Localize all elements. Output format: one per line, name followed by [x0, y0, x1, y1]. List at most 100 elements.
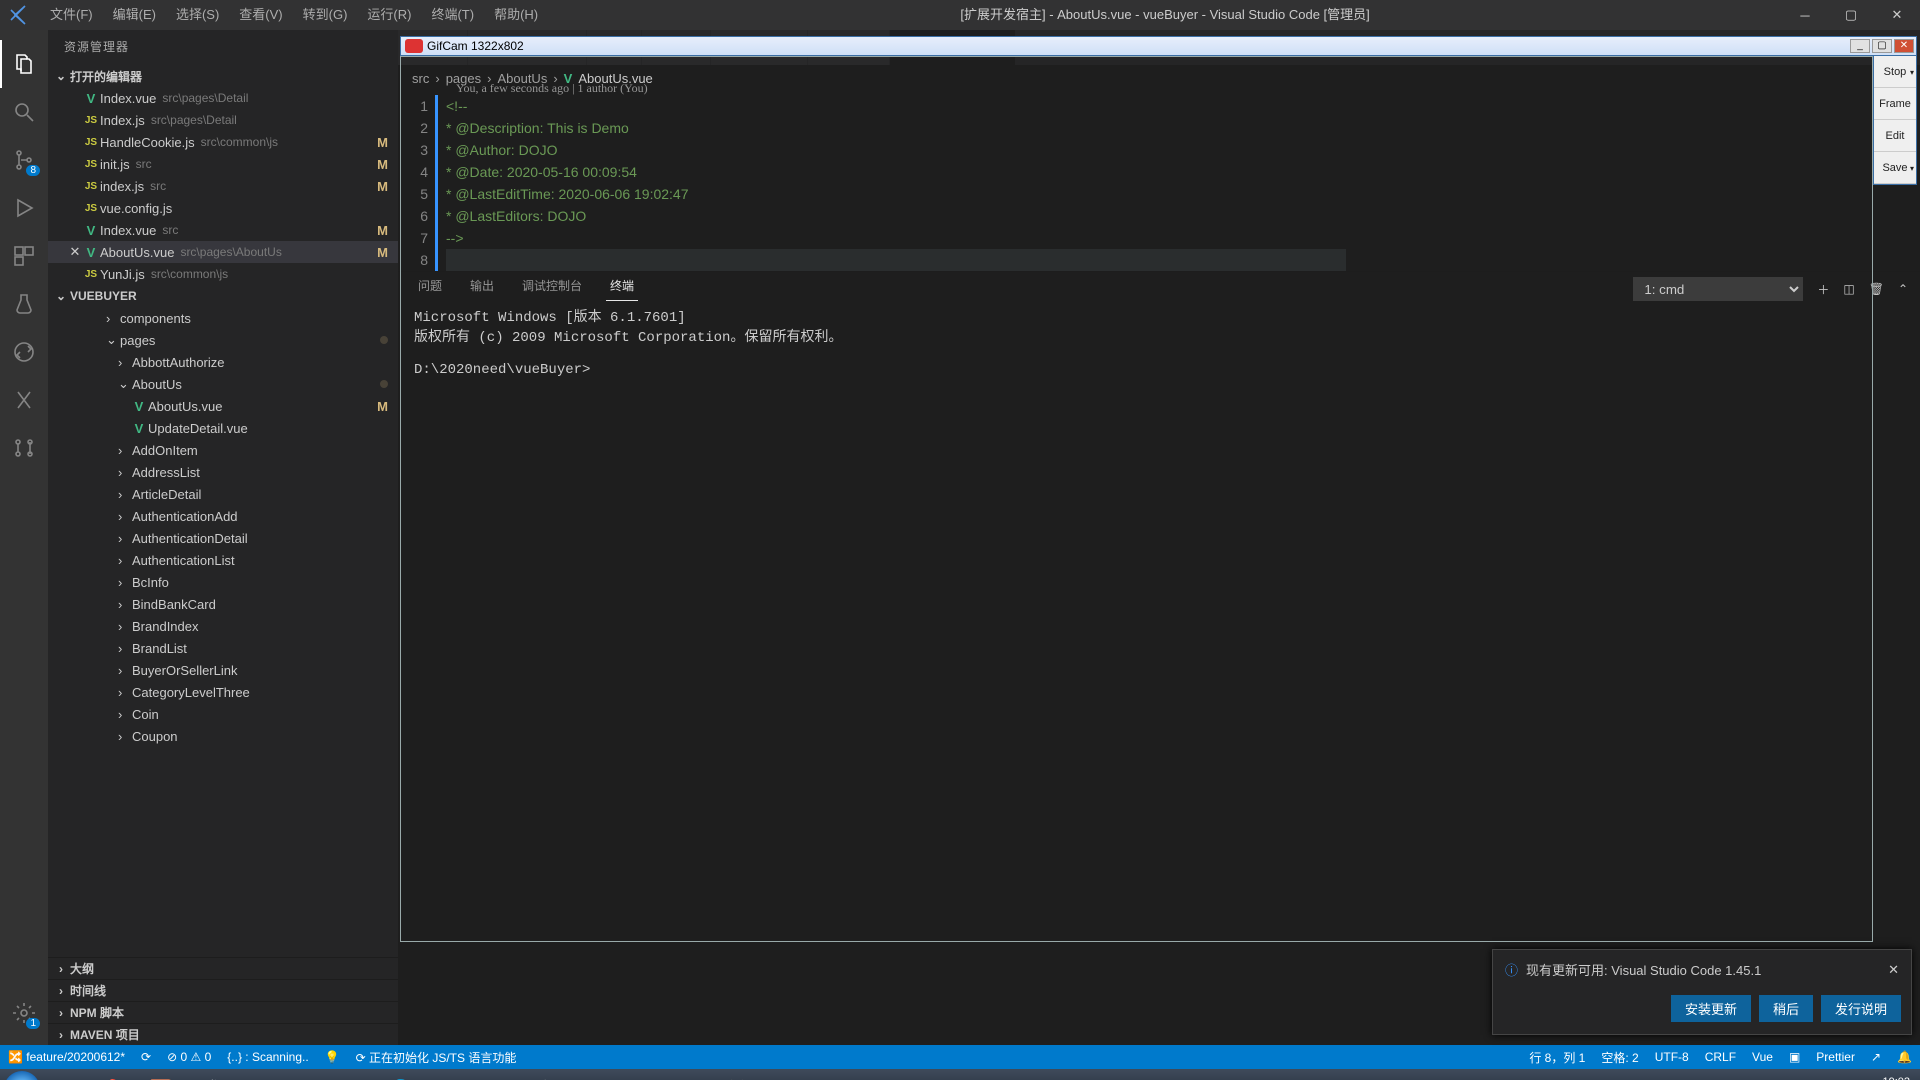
statusbar-item[interactable]: ⟳: [133, 1049, 159, 1066]
folder-item[interactable]: ⌄pages: [48, 329, 398, 351]
start-button[interactable]: ⊞: [4, 1071, 40, 1080]
testing-icon[interactable]: [0, 280, 48, 328]
open-editor-item[interactable]: ✕ JS vue.config.js: [48, 197, 398, 219]
custom-icon-2[interactable]: [0, 424, 48, 472]
gifcam-button[interactable]: Stop▾: [1874, 56, 1916, 88]
menu-item[interactable]: 编辑(E): [103, 0, 166, 30]
file-item[interactable]: VAboutUs.vueM: [48, 395, 398, 417]
folder-item[interactable]: ›Coin: [48, 703, 398, 725]
statusbar-item[interactable]: 💡: [317, 1049, 348, 1066]
folder-item[interactable]: ›AuthenticationDetail: [48, 527, 398, 549]
open-editor-item[interactable]: ✕ JS index.js src M: [48, 175, 398, 197]
custom-icon-1[interactable]: [0, 376, 48, 424]
search-icon[interactable]: [0, 88, 48, 136]
terminal-tab[interactable]: 终端: [606, 277, 638, 301]
folder-item[interactable]: ›BuyerOrSellerLink: [48, 659, 398, 681]
terminal-tab[interactable]: 输出: [466, 277, 498, 301]
taskbar-app[interactable]: 🦊: [714, 1072, 760, 1080]
taskbar-app[interactable]: ⨁: [474, 1072, 520, 1080]
menu-item[interactable]: 查看(V): [229, 0, 292, 30]
menu-item[interactable]: 终端(T): [421, 0, 484, 30]
terminal-body[interactable]: Microsoft Windows [版本 6.1.7601] 版权所有 (c)…: [398, 306, 1920, 506]
file-item[interactable]: VUpdateDetail.vue: [48, 417, 398, 439]
folder-item[interactable]: ›AddressList: [48, 461, 398, 483]
taskbar-clock[interactable]: 19:022020/6/6: [1867, 1076, 1910, 1080]
kill-terminal-icon[interactable]: 🗑: [1869, 282, 1884, 296]
folder-item[interactable]: ›BcInfo: [48, 571, 398, 593]
taskbar-app[interactable]: 🟫: [138, 1072, 184, 1080]
statusbar-item[interactable]: 行 8，列 1: [1521, 1049, 1593, 1066]
taskbar-app[interactable]: K: [666, 1072, 712, 1080]
folder-item[interactable]: ›AddOnItem: [48, 439, 398, 461]
gifcam-button[interactable]: Save▾: [1874, 152, 1916, 184]
code-lens[interactable]: You, a few seconds ago | 1 author (You): [456, 77, 648, 99]
taskbar-app[interactable]: ✖: [426, 1072, 472, 1080]
taskbar-app[interactable]: Ps: [282, 1072, 328, 1080]
folder-item[interactable]: ›BindBankCard: [48, 593, 398, 615]
explorer-icon[interactable]: [0, 40, 48, 88]
remote-icon[interactable]: [0, 328, 48, 376]
notification-button[interactable]: 稍后: [1759, 995, 1813, 1022]
notification-button[interactable]: 发行说明: [1821, 995, 1901, 1022]
code-editor[interactable]: You, a few seconds ago | 1 author (You) …: [398, 91, 1920, 271]
folder-item[interactable]: ›BrandIndex: [48, 615, 398, 637]
statusbar-item[interactable]: ▣: [1781, 1049, 1808, 1066]
taskbar-app[interactable]: G: [762, 1072, 808, 1080]
open-editor-item[interactable]: ✕ V Index.vue src M: [48, 219, 398, 241]
statusbar-item[interactable]: ⊘ 0 ⚠ 0: [159, 1049, 219, 1066]
maximize-panel-icon[interactable]: ⌃: [1898, 282, 1908, 296]
open-editor-item[interactable]: ✕ V Index.vue src\pages\Detail: [48, 87, 398, 109]
terminal-tab[interactable]: 调试控制台: [518, 277, 586, 301]
project-header[interactable]: ⌄VUEBUYER: [48, 285, 398, 307]
gifcam-close[interactable]: ✕: [1894, 39, 1914, 53]
taskbar-app[interactable]: 🛡: [522, 1072, 568, 1080]
open-editor-item[interactable]: ✕ JS init.js src M: [48, 153, 398, 175]
statusbar-item[interactable]: {..} : Scanning..: [219, 1049, 316, 1066]
statusbar-item[interactable]: Prettier: [1808, 1049, 1863, 1066]
statusbar-item[interactable]: 🔔: [1889, 1049, 1920, 1066]
sidebar-section[interactable]: ›时间线: [48, 979, 398, 1001]
folder-item[interactable]: ›ArticleDetail: [48, 483, 398, 505]
taskbar-app[interactable]: ⧉: [42, 1072, 88, 1080]
taskbar-app[interactable]: 📷: [906, 1072, 952, 1080]
terminal-tab[interactable]: 问题: [414, 277, 446, 301]
taskbar-app[interactable]: ⌂: [618, 1072, 664, 1080]
folder-item[interactable]: ⌄AboutUs: [48, 373, 398, 395]
gifcam-maximize[interactable]: ▢: [1872, 39, 1892, 53]
open-editor-item[interactable]: ✕ JS HandleCookie.js src\common\js M: [48, 131, 398, 153]
menu-item[interactable]: 文件(F): [40, 0, 103, 30]
statusbar-item[interactable]: 🔀 feature/20200612*: [0, 1049, 133, 1066]
statusbar-item[interactable]: UTF-8: [1647, 1049, 1697, 1066]
close-button[interactable]: ✕: [1874, 0, 1920, 30]
settings-icon[interactable]: 1: [0, 989, 48, 1037]
notification-close-icon[interactable]: ✕: [1888, 962, 1899, 978]
taskbar-app[interactable]: ⌨: [234, 1072, 280, 1080]
folder-item[interactable]: ›Coupon: [48, 725, 398, 747]
sidebar-section[interactable]: ›MAVEN 项目: [48, 1023, 398, 1045]
folder-item[interactable]: ›AbbottAuthorize: [48, 351, 398, 373]
extensions-icon[interactable]: [0, 232, 48, 280]
split-terminal-icon[interactable]: ◫: [1843, 282, 1854, 296]
taskbar-app[interactable]: 📍: [90, 1072, 136, 1080]
gifcam-titlebar[interactable]: GifCam 1322x802 _ ▢ ✕: [400, 36, 1917, 56]
close-icon[interactable]: ✕: [68, 244, 82, 260]
sidebar-section[interactable]: ›大纲: [48, 957, 398, 979]
folder-item[interactable]: ›BrandList: [48, 637, 398, 659]
taskbar-app[interactable]: 🌐: [378, 1072, 424, 1080]
minimize-button[interactable]: ─: [1782, 0, 1828, 30]
taskbar-app[interactable]: ◆: [330, 1072, 376, 1080]
statusbar-item[interactable]: 空格: 2: [1593, 1049, 1646, 1066]
folder-item[interactable]: ›AuthenticationAdd: [48, 505, 398, 527]
statusbar-item[interactable]: ↗: [1863, 1049, 1889, 1066]
gifcam-minimize[interactable]: _: [1850, 39, 1870, 53]
gifcam-button[interactable]: Frame: [1874, 88, 1916, 120]
menu-item[interactable]: 运行(R): [357, 0, 421, 30]
taskbar-app[interactable]: 🖊: [186, 1072, 232, 1080]
notification-button[interactable]: 安装更新: [1671, 995, 1751, 1022]
menu-item[interactable]: 转到(G): [293, 0, 358, 30]
run-debug-icon[interactable]: [0, 184, 48, 232]
new-terminal-icon[interactable]: ＋: [1817, 281, 1829, 298]
terminal-select[interactable]: 1: cmd: [1633, 277, 1803, 301]
folder-item[interactable]: ›AuthenticationList: [48, 549, 398, 571]
sidebar-section[interactable]: ›NPM 脚本: [48, 1001, 398, 1023]
